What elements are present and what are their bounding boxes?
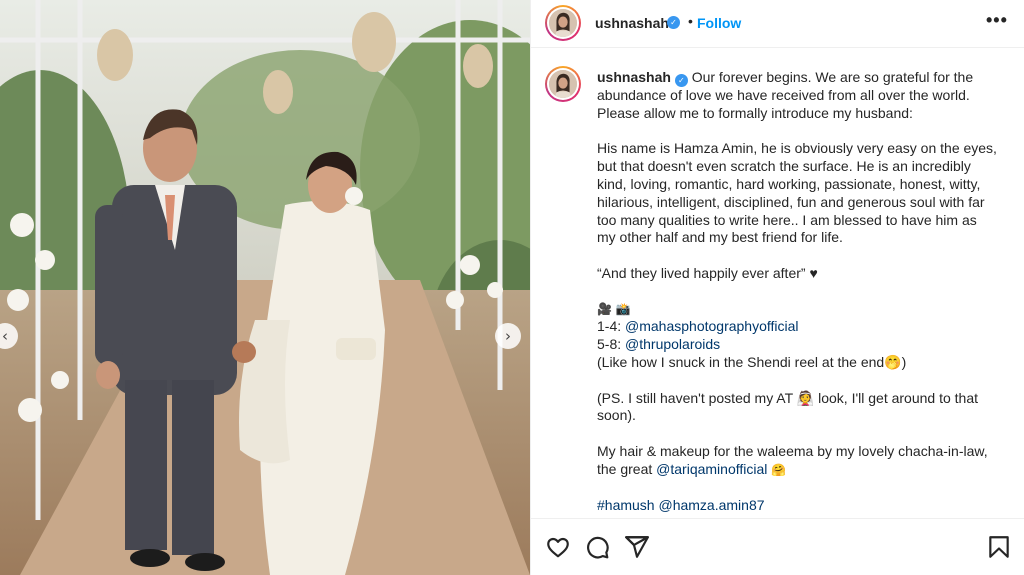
mention-link-mahasphotography[interactable]: @mahasphotographyofficial: [625, 318, 799, 334]
mention-link-hamza[interactable]: @hamza.amin87: [658, 497, 764, 513]
wedding-photo: [0, 0, 530, 575]
post-author-username[interactable]: ushnashah: [595, 15, 669, 31]
credit-line-3: (Like how I snuck in the Shendi reel at …: [597, 353, 907, 370]
credit-line-1: 1-4: @mahasphotographyofficial: [597, 318, 997, 336]
share-icon[interactable]: [624, 534, 650, 560]
chevron-right-icon: ›: [505, 327, 511, 345]
follow-button[interactable]: Follow: [697, 15, 741, 31]
caption-intro: ushnashah ✓ Our forever begins. We are s…: [597, 69, 997, 123]
caption-hair-makeup: My hair & makeup for the waleema by my l…: [597, 443, 997, 480]
hug-emoji: 🤗: [771, 462, 787, 477]
action-bar: [531, 518, 1024, 575]
post-details-panel: ushnashah ✓ • Follow ••• ushnashah ✓ Our…: [530, 0, 1024, 575]
caption-ps: (PS. I still haven't posted my AT 👰 look…: [597, 389, 979, 424]
camera-icons: 🎥 📸: [597, 301, 631, 316]
instagram-post: ‹ › ushnashah ✓ • Follow ••• ushnashah ✓…: [0, 0, 1024, 575]
mention-link-thrupolaroids[interactable]: @thrupolaroids: [625, 336, 720, 352]
verified-badge-icon: ✓: [674, 74, 688, 87]
mention-link-tariqamin[interactable]: @tariqaminofficial: [656, 461, 767, 477]
caption-avatar[interactable]: [545, 66, 581, 102]
post-header: ushnashah ✓ • Follow •••: [531, 0, 1024, 48]
caption-area[interactable]: ushnashah ✓ Our forever begins. We are s…: [531, 48, 1024, 518]
credit-line-2: 5-8: @thrupolaroids: [597, 336, 997, 354]
next-photo-button[interactable]: ›: [495, 323, 521, 349]
verified-badge-icon: ✓: [667, 16, 680, 29]
caption-username[interactable]: ushnashah: [597, 69, 671, 85]
heart-icon[interactable]: [545, 534, 571, 560]
profile-picture: [549, 9, 577, 37]
caption-tags: #hamush @hamza.amin87: [597, 497, 997, 515]
more-options-icon[interactable]: •••: [986, 10, 1008, 31]
chevron-left-icon: ‹: [2, 327, 8, 345]
profile-picture: [549, 70, 577, 98]
caption-text-p2: His name is Hamza Amin, he is obviously …: [597, 140, 997, 246]
separator-dot: •: [688, 13, 693, 29]
bookmark-icon[interactable]: [986, 534, 1012, 560]
credit-1-prefix: 1-4:: [597, 318, 626, 335]
post-caption: ushnashah ✓ Our forever begins. We are s…: [597, 69, 997, 515]
caption-text-p3: “And they lived happily ever after” ♥: [597, 264, 818, 281]
hashtag-link[interactable]: #hamush: [597, 497, 655, 513]
comment-icon[interactable]: [584, 534, 610, 560]
avatar[interactable]: [545, 5, 581, 41]
post-photo[interactable]: ‹ ›: [0, 0, 530, 575]
credit-2-prefix: 5-8:: [597, 336, 626, 353]
